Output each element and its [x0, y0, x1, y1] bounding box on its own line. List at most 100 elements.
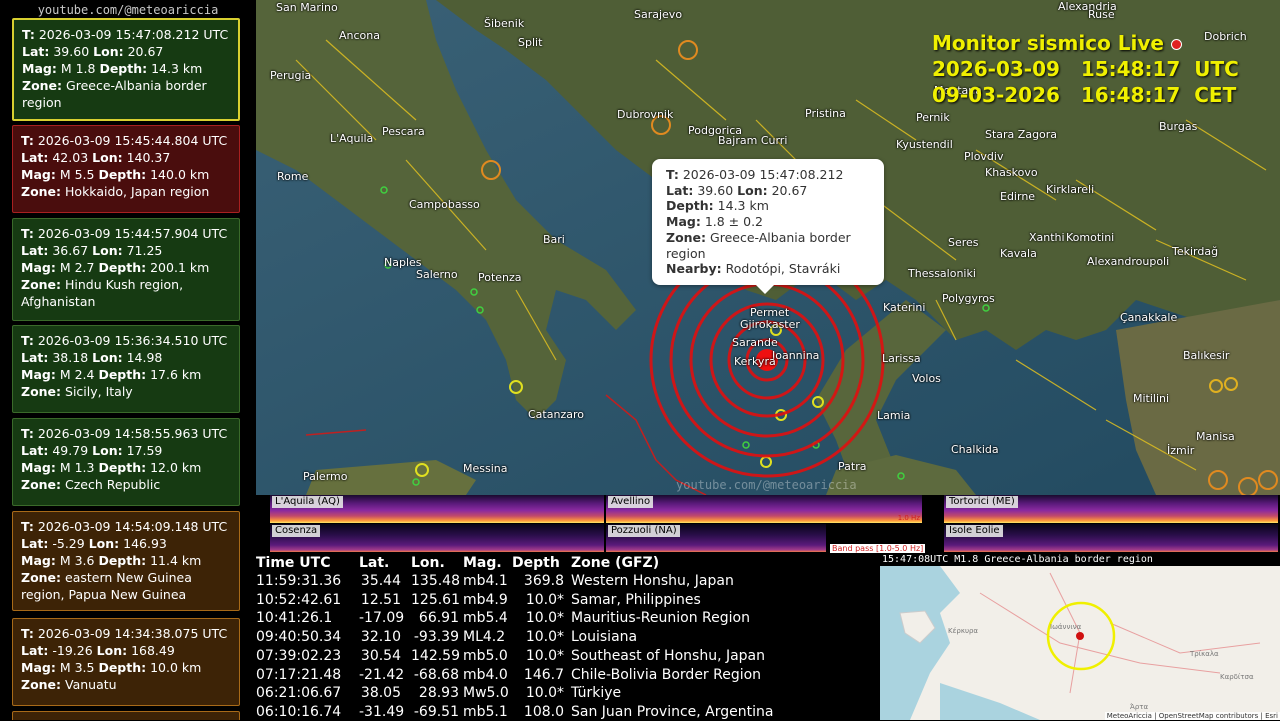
event-lat: 38.18 [52, 350, 89, 365]
lat-label: Lat: [21, 643, 49, 658]
city-label: Kirklareli [1046, 183, 1095, 196]
column-header: Mag. [463, 555, 502, 571]
event-card-partial[interactable] [12, 711, 240, 720]
lat-label: Lat: [21, 150, 49, 165]
lon-label: Lon: [88, 536, 120, 551]
event-card[interactable]: T: 2026-03-09 15:45:44.804 UTC Lat: 42.03… [12, 125, 240, 213]
event-card[interactable]: T: 2026-03-09 15:47:08.212 UTC Lat: 39.60… [12, 18, 240, 121]
event-depth: 12.0 km [150, 460, 202, 475]
event-card[interactable]: T: 2026-03-09 15:44:57.904 UTC Lat: 36.67… [12, 218, 240, 321]
popup-mag: 1.8 ± 0.2 [704, 214, 763, 230]
city-label: Plovdiv [964, 150, 1004, 163]
table-cell: -21.42 [359, 666, 405, 683]
lon-label: Lon: [96, 643, 128, 658]
depth-label: Depth: [98, 167, 147, 182]
city-label: Campobasso [409, 198, 480, 211]
city-label: Alexandroupoli [1087, 255, 1170, 268]
city-label: Bajram Curri [718, 134, 788, 147]
event-lon: 17.59 [126, 443, 163, 458]
table-cell: 06:21:06.67 [256, 685, 342, 702]
table-cell: 125.61 [411, 591, 460, 608]
lat-label: Lat: [22, 44, 50, 59]
t-label: T: [21, 426, 34, 441]
popup-lon: 20.67 [771, 182, 808, 198]
city-label: Sarande [732, 336, 778, 349]
station-label: Tortorici (ME) [946, 496, 1018, 508]
city-label: Messina [463, 462, 508, 475]
spectrogram-cosenza: Cosenza [270, 524, 604, 552]
city-label: Split [518, 36, 543, 49]
event-card[interactable]: T: 2026-03-09 15:36:34.510 UTC Lat: 38.18… [12, 325, 240, 413]
station-label: Isole Eolie [946, 525, 1003, 537]
event-lon: 146.93 [123, 536, 167, 551]
city-label: Balıkesir [1183, 349, 1230, 362]
event-popup[interactable]: T: 2026-03-09 15:47:08.212 Lat: 39.60 Lo… [652, 159, 884, 294]
mag-label: Mag: [21, 553, 56, 568]
monitor-title: Monitor sismico Live [932, 31, 1164, 55]
table-cell: 12.51 [360, 591, 401, 608]
table-cell: 10.0* [525, 629, 564, 646]
table-cell: 28.93 [418, 685, 459, 702]
t-label: T: [21, 519, 34, 534]
zone-label: Zone: [21, 277, 62, 292]
event-mag: M 1.3 [59, 460, 95, 475]
popup-lat-label: Lat: [666, 182, 694, 198]
table-cell: 10.0* [525, 610, 564, 627]
event-mag: M 2.4 [59, 367, 95, 382]
table-cell: -69.51 [413, 703, 459, 720]
event-time: 2026-03-09 15:36:34.510 UTC [37, 333, 228, 348]
table-cell: 30.54 [360, 647, 401, 664]
seismic-map[interactable]: San Marino Ancona Šibenik Split Sarajevo Peru… [256, 0, 1280, 495]
event-card[interactable]: T: 2026-03-09 14:34:38.075 UTC Lat: -19.2… [12, 618, 240, 706]
event-time: 2026-03-09 14:34:38.075 UTC [37, 626, 228, 641]
table-cell: -93.39 [413, 629, 459, 646]
mini-map[interactable]: 15:47:08UTC M1.8 Greece-Albania border r… [880, 553, 1280, 720]
city-label: Dubrovnik [617, 108, 674, 121]
city-label: Ioannina [772, 349, 820, 362]
zone-label: Zone: [21, 570, 62, 585]
lat-label: Lat: [21, 536, 49, 551]
mag-label: Mag: [21, 167, 56, 182]
table-cell: 32.10 [360, 629, 401, 646]
event-depth: 140.0 km [150, 167, 210, 182]
event-lat: -5.29 [52, 536, 85, 551]
table-cell: 108.0 [523, 703, 564, 720]
city-label: San Marino [276, 1, 338, 14]
event-mag: M 1.8 [60, 61, 96, 76]
t-label: T: [22, 27, 35, 42]
city-label: Volos [912, 372, 941, 385]
event-lat: 36.67 [52, 243, 89, 258]
event-depth: 10.0 km [150, 660, 202, 675]
depth-label: Depth: [98, 553, 147, 568]
city-label: Rome [277, 170, 309, 183]
event-time: 2026-03-09 15:45:44.804 UTC [37, 133, 228, 148]
map-watermark: youtube.com/@meteoariccia [676, 478, 857, 492]
city-label: Çanakkale [1120, 311, 1178, 324]
event-zone: Czech Republic [65, 477, 161, 492]
spectrogram-eolie: Isole Eolie [944, 524, 1278, 552]
zone-label: Zone: [21, 677, 62, 692]
city-label: İzmir [1167, 444, 1195, 457]
event-card[interactable]: T: 2026-03-09 14:54:09.148 UTC Lat: -5.29… [12, 511, 240, 611]
table-cell: -68.68 [413, 666, 459, 683]
event-time: 2026-03-09 14:58:55.963 UTC [37, 426, 228, 441]
station-label: L'Aquila (AQ) [272, 496, 343, 508]
event-time: 2026-03-09 15:47:08.212 UTC [38, 27, 229, 42]
table-cell: Louisiana [571, 629, 638, 646]
table-cell: 11:59:31.36 [256, 573, 342, 589]
mini-city: Καρδίτσα [1220, 673, 1254, 681]
city-label: Perugia [270, 69, 312, 82]
popup-time: 2026-03-09 15:47:08.212 [682, 167, 844, 182]
zone-label: Zone: [21, 477, 62, 492]
table-cell: 66.91 [418, 610, 459, 627]
table-cell: -31.49 [359, 703, 405, 720]
city-label: Tekirdağ [1172, 245, 1219, 258]
spectrogram-avellino: Avellino 1.0 Hz [606, 495, 922, 523]
event-lon: 140.37 [126, 150, 171, 165]
mini-map-background [880, 553, 1280, 720]
table-cell: -17.09 [359, 610, 405, 627]
table-cell: 10.0* [525, 591, 564, 608]
table-cell: 142.59 [411, 647, 460, 664]
event-card[interactable]: T: 2026-03-09 14:58:55.963 UTC Lat: 49.79… [12, 418, 240, 506]
city-label: Pernik [916, 111, 950, 124]
